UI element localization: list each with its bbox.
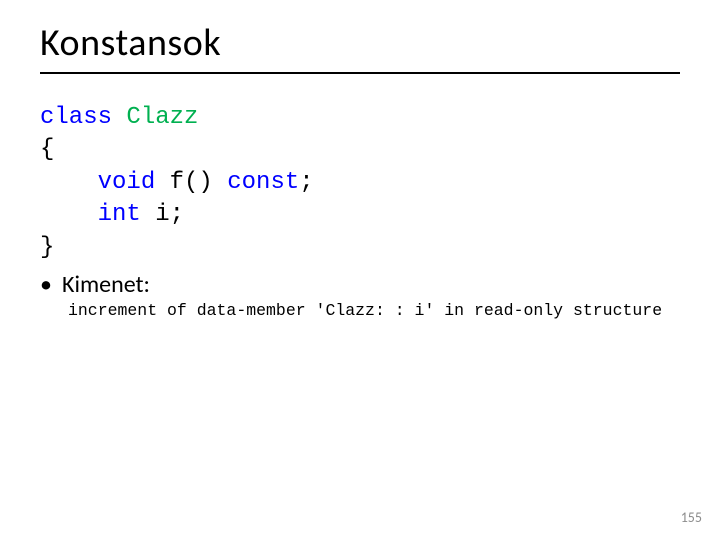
keyword-int: int [98, 201, 141, 228]
slide: Konstansok class Clazz { void f() const;… [0, 0, 720, 540]
page-number: 155 [681, 509, 702, 526]
bullet-kimenet: •Kimenet: [40, 270, 680, 299]
brace-close: } [40, 234, 54, 261]
semicolon: ; [299, 169, 313, 196]
bullet-label: Kimenet: [62, 270, 150, 299]
keyword-class: class [40, 104, 112, 131]
keyword-void: void [98, 169, 156, 196]
keyword-const: const [227, 169, 299, 196]
bullet-dot-icon: • [40, 270, 62, 299]
method-f: f() [155, 169, 227, 196]
compiler-output: increment of data-member 'Clazz: : i' in… [40, 301, 680, 320]
class-name: Clazz [112, 104, 198, 131]
code-block: class Clazz { void f() const; int i; } [40, 102, 680, 264]
slide-title: Konstansok [40, 20, 680, 74]
member-i: i; [141, 201, 184, 228]
brace-open: { [40, 136, 54, 163]
